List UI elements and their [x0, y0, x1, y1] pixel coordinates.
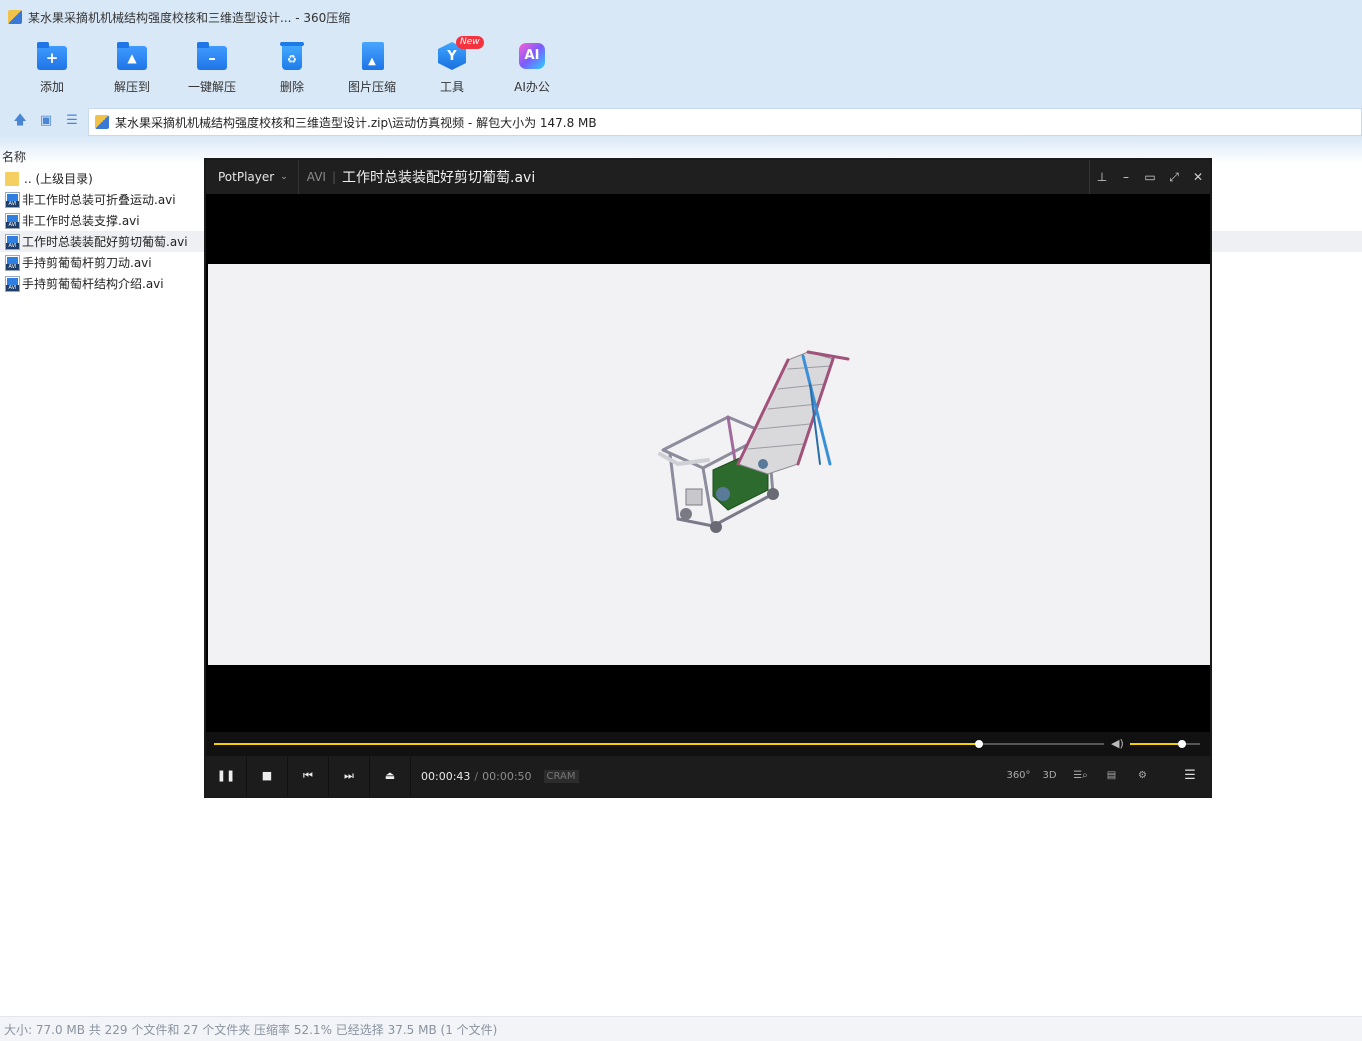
main-toolbar: + 添加 ▲ 解压到 – 一键解压 ♻ 删除 ▲ 图片压缩 Y New 工具 A…	[0, 34, 1362, 106]
subtitle-icon[interactable]: ▤	[1096, 756, 1127, 796]
seek-handle[interactable]	[975, 740, 984, 748]
pause-button[interactable]: ❚❚	[206, 756, 247, 796]
player-controls: ❚❚ ■ ⏮ ⏭ ⏏ 00:00:43 / 00:00:50 CRAM 360°…	[206, 756, 1210, 796]
one-click-extract-label: 一键解压	[187, 80, 236, 94]
avi-file-icon	[5, 275, 20, 292]
avi-file-icon	[5, 191, 20, 208]
player-extra-controls: 360° 3D ☰⌕ ▤ ⚙ ☰	[1003, 756, 1210, 796]
folder-icon	[5, 171, 19, 186]
add-icon: +	[36, 40, 68, 72]
current-time: 00:00:43	[421, 769, 471, 783]
one-click-extract-icon: –	[196, 40, 228, 72]
status-bar: 大小: 77.0 MB 共 229 个文件和 27 个文件夹 压缩率 52.1%…	[0, 1016, 1362, 1041]
extract-to-button[interactable]: ▲ 解压到	[92, 40, 172, 100]
path-field[interactable]: 某水果采摘机机械结构强度校核和三维造型设计.zip\运动仿真视频 - 解包大小为…	[88, 108, 1362, 136]
add-label: 添加	[39, 80, 64, 94]
delete-button[interactable]: ♻ 删除	[252, 40, 332, 100]
player-filename: 工作时总装装配好剪切葡萄.avi	[342, 170, 536, 186]
one-click-extract-button[interactable]: – 一键解压	[172, 40, 252, 100]
title-divider: |	[331, 170, 336, 184]
ai-office-label: AI办公	[514, 80, 550, 94]
tools-label: 工具	[439, 80, 464, 94]
video-frame[interactable]	[208, 264, 1210, 665]
file-name: 非工作时总装支撑.avi	[22, 214, 140, 228]
codec-badge: CRAM	[543, 769, 579, 783]
player-title-bar[interactable]: PotPlayer ⌄ AVI | 工作时总装装配好剪切葡萄.avi ⊥ – ▭…	[206, 160, 1210, 194]
address-bar: 🡅 ▣ ☰ 某水果采摘机机械结构强度校核和三维造型设计.zip\运动仿真视频 -…	[0, 106, 1362, 136]
potplayer-window[interactable]: PotPlayer ⌄ AVI | 工作时总装装配好剪切葡萄.avi ⊥ – ▭…	[204, 158, 1212, 798]
file-name: 工作时总装装配好剪切葡萄.avi	[22, 235, 188, 249]
name-column-header[interactable]: 名称	[2, 148, 26, 165]
thumbnail-view-icon[interactable]: ▣	[38, 113, 54, 129]
delete-label: 删除	[279, 80, 304, 94]
image-compress-button[interactable]: ▲ 图片压缩	[332, 40, 412, 100]
next-button[interactable]: ⏭	[329, 756, 370, 796]
seek-bar[interactable]: ◀)	[206, 732, 1210, 756]
volume-slider[interactable]	[1130, 740, 1200, 748]
archive-icon	[95, 115, 109, 129]
volume-icon[interactable]: ◀)	[1111, 737, 1124, 750]
delete-icon: ♻	[276, 40, 308, 72]
time-separator: /	[474, 769, 479, 783]
status-text: 大小: 77.0 MB 共 229 个文件和 27 个文件夹 压缩率 52.1%…	[4, 1022, 498, 1037]
title-bar: 某水果采摘机机械结构强度校核和三维造型设计... - 360压缩	[0, 0, 1362, 34]
playlist-search-icon[interactable]: ☰⌕	[1065, 756, 1096, 796]
up-level-icon[interactable]: 🡅	[12, 113, 28, 129]
vr-360-button[interactable]: 360°	[1003, 756, 1034, 796]
image-compress-label: 图片压缩	[347, 80, 396, 94]
archive-app-icon	[8, 10, 22, 24]
video-area[interactable]	[206, 194, 1210, 732]
fruit-picker-machine-render	[658, 350, 850, 533]
close-icon[interactable]: ✕	[1186, 160, 1210, 194]
avi-file-icon	[5, 254, 20, 271]
stop-button[interactable]: ■	[247, 756, 288, 796]
settings-gear-icon[interactable]: ⚙	[1127, 756, 1158, 796]
new-badge: New	[456, 36, 484, 49]
tools-button[interactable]: Y New 工具	[412, 36, 492, 100]
window-title: 某水果采摘机机械结构强度校核和三维造型设计... - 360压缩	[28, 10, 351, 25]
maximize-icon[interactable]: ▭	[1138, 160, 1162, 194]
ai-office-icon: AI	[516, 40, 548, 72]
seek-track[interactable]	[214, 740, 1104, 748]
tools-icon: Y New	[436, 36, 484, 72]
file-name: 手持剪葡萄杆结构介绍.avi	[22, 277, 164, 291]
volume-handle[interactable]	[1177, 740, 1186, 748]
player-window-controls: ⊥ – ▭ ⤢ ✕	[1089, 160, 1210, 194]
3d-button[interactable]: 3D	[1034, 756, 1065, 796]
ai-glyph: AI	[519, 43, 545, 69]
pin-icon[interactable]: ⊥	[1090, 160, 1114, 194]
avi-file-icon	[5, 233, 20, 250]
minimize-icon[interactable]: –	[1114, 160, 1138, 194]
ai-office-button[interactable]: AI AI办公	[492, 40, 572, 100]
file-name: .. (上级目录)	[24, 172, 93, 186]
potplayer-menu[interactable]: PotPlayer	[218, 170, 274, 184]
file-name: 非工作时总装可折叠运动.avi	[22, 193, 176, 207]
extract-to-icon: ▲	[116, 40, 148, 72]
menu-icon[interactable]: ☰	[1170, 756, 1210, 796]
path-text: 某水果采摘机机械结构强度校核和三维造型设计.zip\运动仿真视频 - 解包大小为…	[115, 115, 597, 130]
eject-button[interactable]: ⏏	[370, 756, 411, 796]
volume-fill	[1130, 743, 1182, 745]
fullscreen-icon[interactable]: ⤢	[1162, 160, 1186, 194]
previous-button[interactable]: ⏮	[288, 756, 329, 796]
add-button[interactable]: + 添加	[12, 40, 92, 100]
format-label: AVI	[306, 170, 326, 184]
image-compress-icon: ▲	[356, 40, 388, 72]
list-view-icon[interactable]: ☰	[64, 113, 80, 129]
file-name: 手持剪葡萄杆剪刀动.avi	[22, 256, 152, 270]
total-time: 00:00:50	[482, 769, 532, 783]
avi-file-icon	[5, 212, 20, 229]
seek-progress-fill	[214, 743, 980, 745]
extract-to-label: 解压到	[113, 80, 150, 94]
chevron-down-icon[interactable]: ⌄	[280, 172, 288, 182]
